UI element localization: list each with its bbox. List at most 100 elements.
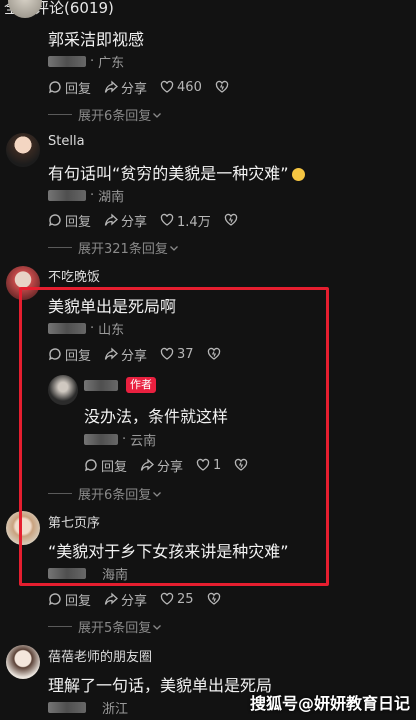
expand-replies[interactable]: 展开321条回复 (48, 238, 180, 257)
share-button[interactable]: 分享 (104, 78, 147, 97)
dislike-button[interactable] (207, 592, 221, 606)
comment-actions: 回复 分享 460 (48, 78, 242, 97)
reply-button[interactable]: 回复 (48, 590, 91, 609)
avatar[interactable] (6, 266, 40, 300)
share-icon (104, 592, 118, 605)
like-button[interactable]: 37 (160, 347, 194, 362)
location: 广东 (98, 56, 125, 71)
username[interactable]: 不吃晚饭 (48, 266, 100, 285)
blurred-username (48, 56, 86, 67)
dislike-icon (224, 213, 237, 226)
comment-meta: · 山东 (48, 319, 124, 338)
blurred-username (48, 568, 86, 579)
share-label: 分享 (121, 593, 148, 609)
like-button[interactable]: 460 (160, 80, 202, 95)
comment-text: 美貌单出是死局啊 (48, 297, 177, 316)
share-icon (140, 458, 154, 471)
reply-label: 回复 (65, 214, 92, 230)
dislike-button[interactable] (215, 80, 229, 94)
chevron-down-icon (169, 245, 178, 251)
dislike-button[interactable] (224, 213, 238, 227)
username[interactable]: 第七页序 (48, 512, 100, 531)
share-label: 分享 (121, 81, 148, 97)
reply-icon (48, 81, 61, 94)
reply-button[interactable]: 回复 (48, 211, 91, 230)
reply-icon (48, 593, 61, 606)
reply-icon (84, 459, 97, 472)
dislike-icon (235, 458, 248, 471)
reply-icon (48, 214, 61, 227)
reply-button[interactable]: 回复 (48, 345, 91, 364)
expand-label: 展开6条回复 (78, 109, 152, 124)
chevron-down-icon (153, 112, 162, 118)
expand-replies[interactable]: 展开6条回复 (48, 105, 163, 124)
comment-text-body: 有句话叫“贫穷的美貌是一种灾难” (48, 164, 289, 183)
avatar[interactable] (6, 511, 40, 545)
blurred-username (48, 323, 86, 334)
dislike-button[interactable] (207, 347, 221, 361)
blurred-username (48, 190, 86, 201)
expand-label: 展开5条回复 (78, 621, 152, 636)
comment-actions: 回复 分享 37 (48, 345, 234, 364)
like-button[interactable]: 1 (196, 458, 221, 473)
like-count: 1.4万 (177, 214, 211, 230)
comment-text: “美貌对于乡下女孩来讲是种灾难” (48, 542, 289, 561)
expand-replies[interactable]: 展开6条回复 (48, 484, 163, 503)
reply-label: 回复 (65, 593, 92, 609)
blurred-username (48, 702, 86, 713)
like-button[interactable]: 1.4万 (160, 211, 211, 230)
location: 云南 (130, 434, 157, 449)
heart-icon (160, 80, 174, 93)
author-row: 作者 (84, 377, 156, 393)
like-button[interactable]: 25 (160, 592, 194, 607)
reply-label: 回复 (65, 81, 92, 97)
expand-replies[interactable]: 展开5条回复 (48, 617, 163, 636)
reply-button[interactable]: 回复 (84, 456, 127, 475)
emoji-icon (291, 168, 305, 181)
chevron-down-icon (153, 624, 162, 630)
location: 山东 (98, 323, 125, 338)
location: 海南 (102, 568, 129, 583)
share-button[interactable]: 分享 (104, 211, 147, 230)
share-icon (104, 80, 118, 93)
share-icon (104, 213, 118, 226)
author-avatar[interactable] (48, 375, 78, 405)
dislike-icon (215, 80, 229, 93)
blurred-username (84, 434, 118, 445)
comment-text: 有句话叫“贫穷的美貌是一种灾难” (48, 160, 305, 184)
reply-text: 没办法，条件就这样 (84, 407, 229, 426)
share-button[interactable]: 分享 (104, 590, 147, 609)
reply-label: 回复 (65, 348, 92, 364)
like-count: 25 (177, 591, 194, 607)
author-badge: 作者 (126, 377, 156, 393)
reply-button[interactable]: 回复 (48, 78, 91, 97)
dislike-icon (207, 592, 220, 605)
share-icon (104, 347, 118, 360)
blurred-username (84, 379, 118, 391)
reply-meta: · 云南 (84, 430, 156, 449)
reply-actions: 回复 分享 1 (84, 456, 261, 475)
dislike-icon (207, 347, 220, 360)
share-button[interactable]: 分享 (140, 456, 183, 475)
dislike-button[interactable] (234, 458, 248, 472)
avatar[interactable] (6, 133, 40, 167)
reply-label: 回复 (101, 459, 128, 475)
comment-text: 郭采洁即视感 (48, 30, 145, 49)
username[interactable]: Stella (48, 134, 85, 149)
location: 浙江 (102, 702, 129, 717)
heart-icon (160, 213, 174, 226)
share-button[interactable]: 分享 (104, 345, 147, 364)
heart-icon (160, 592, 174, 605)
expand-label: 展开321条回复 (78, 242, 168, 257)
like-count: 460 (177, 79, 202, 95)
comment-actions: 回复 分享 25 (48, 590, 234, 609)
reply-icon (48, 348, 61, 361)
share-label: 分享 (157, 459, 184, 475)
location: 湖南 (98, 190, 125, 205)
chevron-down-icon (153, 491, 162, 497)
share-label: 分享 (121, 214, 148, 230)
avatar[interactable] (6, 645, 40, 679)
heart-icon (160, 347, 174, 360)
username[interactable]: 蓓蓓老师的朋友圈 (48, 646, 152, 665)
share-label: 分享 (121, 348, 148, 364)
